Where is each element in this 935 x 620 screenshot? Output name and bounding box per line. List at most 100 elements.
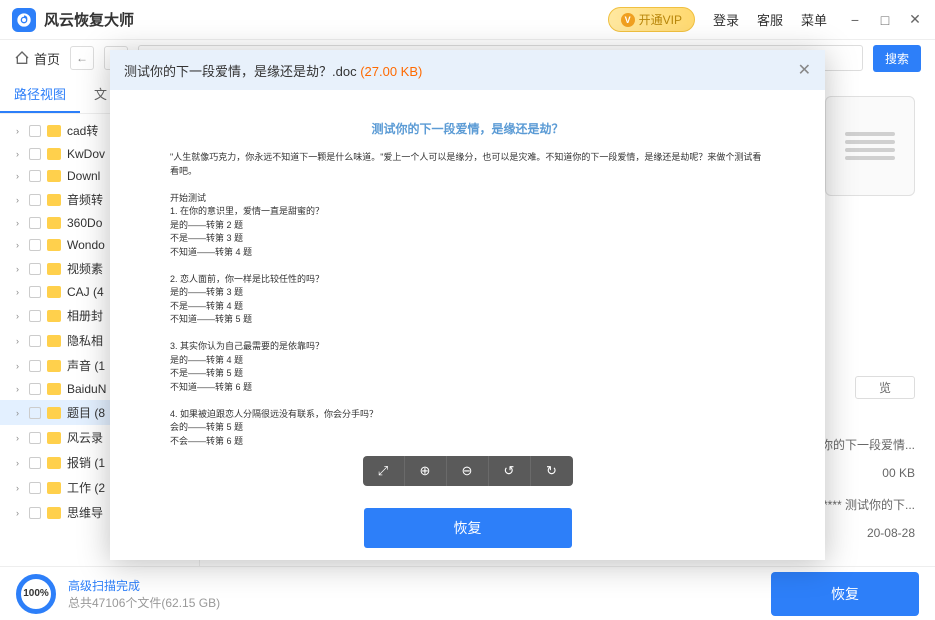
checkbox[interactable] [29,310,41,322]
checkbox[interactable] [29,507,41,519]
modal-body[interactable]: 测试你的下一段爱情，是缘还是劫？ "人生就像巧克力，你永远不知道下一颗是什么味道… [110,90,825,446]
checkbox[interactable] [29,383,41,395]
checkbox[interactable] [29,239,41,251]
file-card-icon [825,96,915,196]
chevron-right-icon: › [16,483,26,493]
chevron-right-icon: › [16,384,26,394]
menu-link[interactable]: 菜单 [801,10,827,29]
sidebar-item-label: KwDov [67,147,105,161]
chevron-right-icon: › [16,264,26,274]
folder-icon [47,360,61,372]
vip-icon: V [621,13,635,27]
sidebar-item-label: CAJ (4 [67,285,104,299]
rotate-left-icon[interactable]: ↺ [489,456,531,486]
checkbox[interactable] [29,360,41,372]
checkbox[interactable] [29,125,41,137]
fullscreen-exit-icon[interactable]: ⤢ [363,456,405,486]
sidebar-item-label: 相册封 [67,307,103,324]
document-title: 测试你的下一段爱情，是缘还是劫？ [170,120,765,137]
sidebar-item-label: BaiduN [67,382,106,396]
app-name: 风云恢复大师 [44,9,134,30]
file-thumbnail[interactable] [825,96,915,196]
sidebar-item-label: Downl [67,169,100,183]
folder-icon [47,482,61,494]
checkbox[interactable] [29,263,41,275]
folder-icon [47,335,61,347]
folder-icon [47,125,61,137]
checkbox[interactable] [29,194,41,206]
chevron-right-icon: › [16,336,26,346]
chevron-right-icon: › [16,408,26,418]
modal-title-size: (27.00 KB) [360,64,422,79]
chevron-right-icon: › [16,508,26,518]
checkbox[interactable] [29,335,41,347]
detail-date: 20-08-28 [867,526,915,540]
sidebar-item-label: 题目 (8 [67,404,105,421]
back-button[interactable]: ← [70,46,94,70]
preview-modal: 测试你的下一段爱情，是缘还是劫？.doc (27.00 KB) ✕ 测试你的下一… [110,50,825,560]
chevron-right-icon: › [16,433,26,443]
login-link[interactable]: 登录 [713,10,739,29]
app-logo-icon [12,8,36,32]
checkbox[interactable] [29,457,41,469]
checkbox[interactable] [29,482,41,494]
modal-recover-button[interactable]: 恢复 [364,508,572,548]
zoom-out-icon[interactable]: ⊖ [447,456,489,486]
close-button[interactable]: ✕ [907,12,923,28]
folder-icon [47,286,61,298]
titlebar: 风云恢复大师 V 开通VIP 登录 客服 菜单 − □ ✕ [0,0,935,40]
minimize-button[interactable]: − [847,12,863,28]
vip-label: 开通VIP [639,11,682,28]
chevron-right-icon: › [16,218,26,228]
vip-button[interactable]: V 开通VIP [608,7,695,32]
home-button[interactable]: 首页 [14,49,60,68]
chevron-right-icon: › [16,126,26,136]
modal-close-button[interactable]: ✕ [798,60,811,80]
chevron-right-icon: › [16,149,26,159]
progress-circle: 100% [16,574,56,614]
document-body: "人生就像巧克力，你永远不知道下一颗是什么味道。"爱上一个人可以是缘分，也可以是… [170,151,765,446]
sidebar-item-label: 声音 (1 [67,357,105,374]
zoom-in-icon[interactable]: ⊕ [405,456,447,486]
checkbox[interactable] [29,148,41,160]
sidebar-item-label: 视频素 [67,260,103,277]
search-button[interactable]: 搜索 [873,45,921,72]
folder-icon [47,239,61,251]
checkbox[interactable] [29,432,41,444]
maximize-button[interactable]: □ [877,12,893,28]
chevron-right-icon: › [16,240,26,250]
folder-icon [47,263,61,275]
chevron-right-icon: › [16,311,26,321]
folder-icon [47,310,61,322]
sidebar-item-label: 报销 (1 [67,454,105,471]
modal-title-text: 测试你的下一段爱情，是缘还是劫？.doc [124,64,360,79]
tab-path-view[interactable]: 路径视图 [0,76,80,113]
home-label: 首页 [34,49,60,68]
folder-icon [47,432,61,444]
rotate-right-icon[interactable]: ↻ [531,456,573,486]
sidebar-item-label: 思维导 [67,504,103,521]
folder-icon [47,194,61,206]
folder-icon [47,217,61,229]
recover-button-main[interactable]: 恢复 [771,572,919,616]
chevron-right-icon: › [16,287,26,297]
folder-icon [47,407,61,419]
chevron-right-icon: › [16,458,26,468]
chevron-right-icon: › [16,195,26,205]
scan-status-title: 高级扫描完成 [68,577,220,594]
checkbox[interactable] [29,286,41,298]
chevron-right-icon: › [16,361,26,371]
sidebar-item-label: 音频转 [67,191,103,208]
folder-icon [47,170,61,182]
folder-icon [47,507,61,519]
checkbox[interactable] [29,407,41,419]
checkbox[interactable] [29,170,41,182]
service-link[interactable]: 客服 [757,10,783,29]
footer: 100% 高级扫描完成 总共47106个文件(62.15 GB) 恢复 [0,566,935,620]
modal-title: 测试你的下一段爱情，是缘还是劫？.doc (27.00 KB) [124,61,422,80]
sidebar-item-label: 360Do [67,216,102,230]
sidebar-item-label: 工作 (2 [67,479,105,496]
preview-button[interactable]: 览 [855,376,915,399]
checkbox[interactable] [29,217,41,229]
detail-path: ***** 测试你的下... [818,496,915,513]
